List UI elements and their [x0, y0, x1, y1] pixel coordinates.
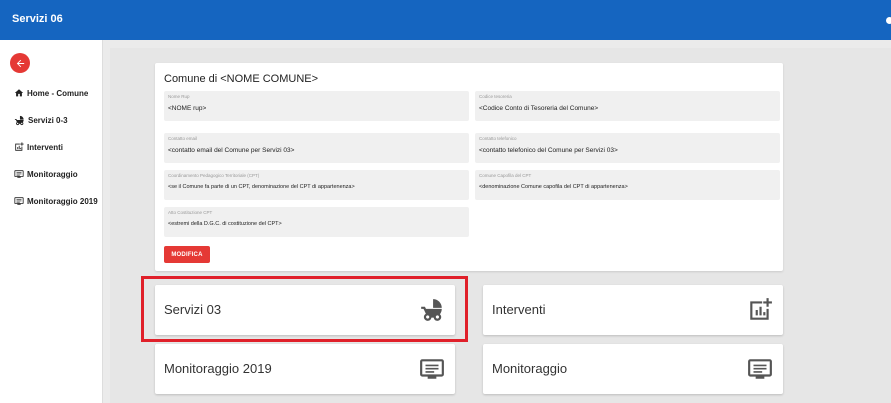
monitor-icon — [748, 359, 772, 379]
tile-interventi[interactable]: Interventi — [483, 285, 783, 335]
header-menu-icon[interactable] — [886, 17, 891, 24]
field-value: <NOME rup> — [168, 105, 207, 112]
field-label: Comune Capofila del CPT — [479, 173, 532, 178]
back-button[interactable] — [10, 53, 30, 73]
field-value: <Codice Conto di Tesoreria del Comune> — [479, 105, 599, 112]
monitor-icon — [14, 170, 24, 178]
sidebar-item-label: Monitoraggio 2019 — [27, 196, 98, 206]
field-comune-capofila: Comune Capofila del CPT <denominazione C… — [475, 170, 780, 200]
field-label: Contatto telefonico — [479, 136, 517, 141]
home-icon — [14, 89, 24, 97]
field-label: Contatto email — [168, 136, 198, 141]
monitor-icon — [14, 197, 24, 205]
field-label: Nome Rup — [168, 94, 190, 99]
sidebar-item-label: Home - Comune — [27, 88, 89, 98]
tile-label: Interventi — [492, 302, 546, 317]
chart-plus-icon — [15, 142, 24, 151]
field-cpt: Coordinamento Pedagogico Territoriale (C… — [164, 170, 469, 200]
sidebar-item-servizi-0-3[interactable]: Servizi 0-3 — [14, 115, 68, 126]
tile-monitoraggio-2019[interactable]: Monitoraggio 2019 — [155, 344, 455, 394]
field-value: <estremi della D.G.C. di costituzione de… — [168, 221, 282, 227]
modifica-button[interactable]: MODIFICA — [164, 246, 210, 263]
tile-label: Monitoraggio 2019 — [164, 361, 272, 376]
tile-monitoraggio[interactable]: Monitoraggio — [483, 344, 783, 394]
field-contatto-email: Contatto email <contatto email del Comun… — [164, 133, 469, 163]
sidebar-item-interventi[interactable]: Interventi — [14, 142, 63, 152]
sidebar: Home - Comune Servizi 0-3 Interventi Mon… — [0, 40, 103, 403]
field-contatto-telefonico: Contatto telefonico <contatto telefonico… — [475, 133, 780, 163]
field-value: <se il Comune fa parte di un CPT, denomi… — [168, 184, 355, 190]
sidebar-item-home[interactable]: Home - Comune — [14, 88, 88, 98]
monitor-icon — [420, 359, 444, 379]
app-title: Servizi 06 — [12, 13, 63, 25]
field-label: Coordinamento Pedagogico Territoriale (C… — [168, 173, 260, 178]
field-label: Codice tesoreria — [479, 94, 512, 99]
comune-info-card: Comune di <NOME COMUNE> Nome Rup <NOME r… — [155, 63, 783, 271]
highlight-box — [141, 276, 468, 342]
app-header: Servizi 06 — [0, 0, 891, 40]
field-codice-tesoreria: Codice tesoreria <Codice Conto di Tesore… — [475, 91, 780, 121]
sidebar-item-label: Monitoraggio — [27, 169, 78, 179]
sidebar-item-label: Servizi 0-3 — [28, 116, 68, 125]
sidebar-item-monitoraggio-2019[interactable]: Monitoraggio 2019 — [14, 196, 98, 206]
sidebar-item-label: Interventi — [27, 142, 64, 152]
field-nome-rup: Nome Rup <NOME rup> — [164, 91, 469, 121]
stroller-icon — [14, 115, 24, 126]
tile-label: Monitoraggio — [492, 361, 568, 376]
chart-plus-icon — [750, 298, 772, 320]
sidebar-item-monitoraggio[interactable]: Monitoraggio — [14, 169, 78, 179]
arrow-left-icon — [16, 59, 24, 67]
field-value: <contatto telefonico del Comune per Serv… — [479, 147, 618, 154]
field-value: <denominazione Comune capofila del CPT d… — [479, 184, 628, 190]
field-label: Atto Costituzione CPT — [168, 210, 213, 215]
card-title: Comune di <NOME COMUNE> — [164, 73, 319, 85]
field-atto-costituzione: Atto Costituzione CPT <estremi della D.G… — [164, 207, 469, 237]
field-value: <contatto email del Comune per Servizi 0… — [168, 147, 295, 154]
